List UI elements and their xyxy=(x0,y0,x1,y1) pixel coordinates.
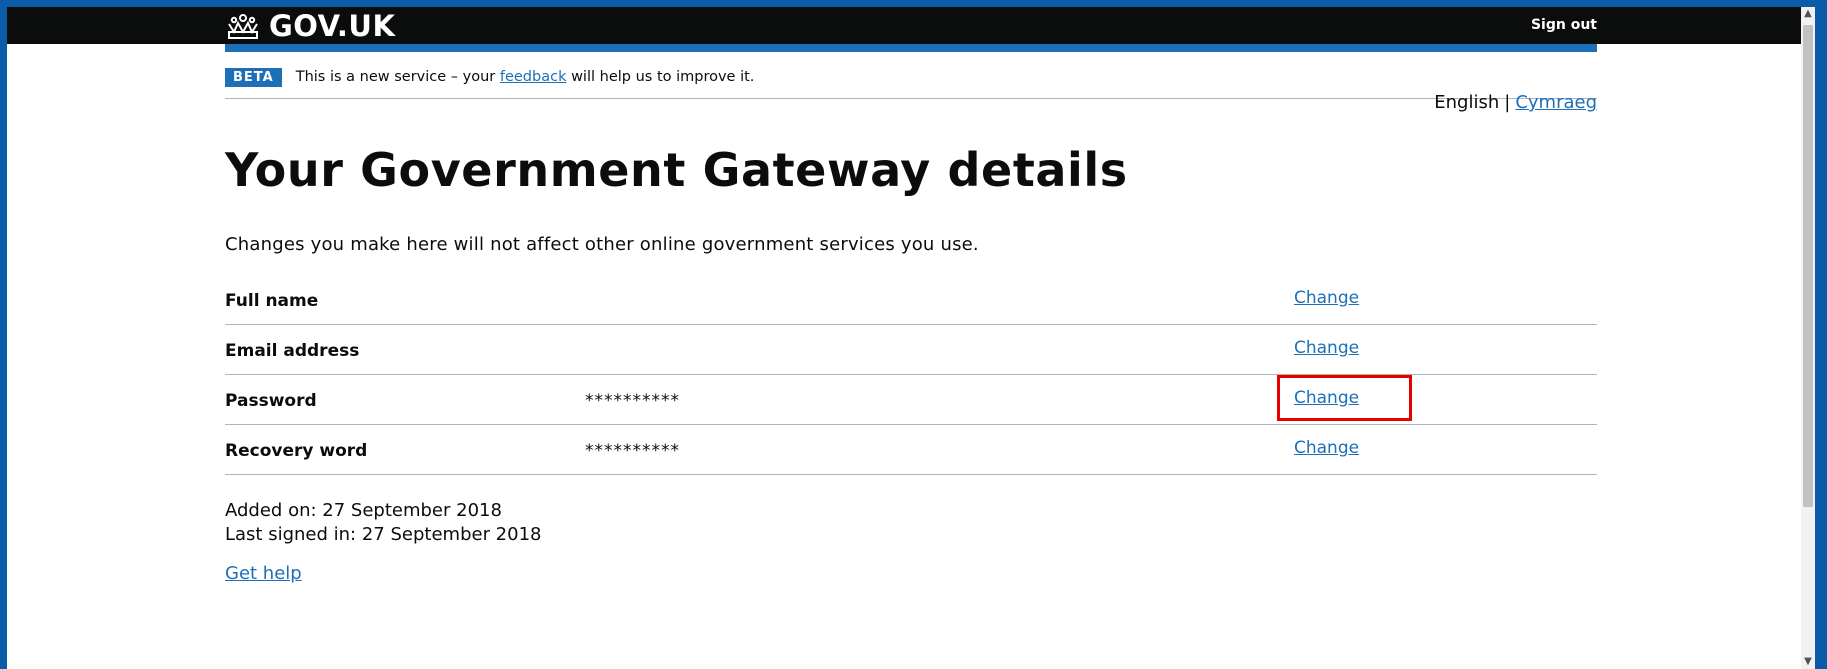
language-cymraeg-link[interactable]: Cymraeg xyxy=(1515,92,1597,113)
page-title: Your Government Gateway details xyxy=(225,143,1128,197)
language-current: English xyxy=(1434,92,1500,113)
details-summary-list: Full name Change Email address Change Pa… xyxy=(225,275,1597,475)
govuk-header: GOV.UK Sign out xyxy=(7,7,1815,44)
change-password-link[interactable]: Change xyxy=(1294,388,1359,408)
summary-key: Password xyxy=(225,391,317,411)
change-email-link[interactable]: Change xyxy=(1294,338,1359,358)
summary-key: Recovery word xyxy=(225,441,368,461)
get-help-link[interactable]: Get help xyxy=(225,563,302,584)
crown-icon xyxy=(225,12,261,40)
language-separator: | xyxy=(1504,92,1511,113)
summary-row-recovery-word: Recovery word ********** Change xyxy=(225,425,1597,475)
change-full-name-link[interactable]: Change xyxy=(1294,288,1359,308)
summary-row-password: Password ********** Change xyxy=(225,375,1597,425)
help-section: Get help xyxy=(225,563,1597,584)
added-on-text: Added on: 27 September 2018 xyxy=(225,500,502,521)
summary-key: Email address xyxy=(225,341,360,361)
phase-text-before: This is a new service – your xyxy=(295,69,496,85)
browser-window: GOV.UK Sign out BETA This is a new servi… xyxy=(7,7,1815,669)
vertical-scrollbar[interactable]: ▲ ▼ xyxy=(1801,7,1815,669)
header-blue-bar xyxy=(225,44,1597,52)
summary-key: Full name xyxy=(225,291,319,311)
sign-out-link[interactable]: Sign out xyxy=(1531,17,1597,33)
account-meta: Added on: 27 September 2018 Last signed … xyxy=(225,499,1597,547)
govuk-logo-link[interactable]: GOV.UK xyxy=(225,9,396,43)
summary-row-full-name: Full name Change xyxy=(225,275,1597,325)
change-recovery-word-link[interactable]: Change xyxy=(1294,438,1359,458)
scroll-thumb[interactable] xyxy=(1803,25,1813,507)
phase-text: This is a new service – your feedback wi… xyxy=(296,69,755,85)
summary-row-email: Email address Change xyxy=(225,325,1597,375)
beta-tag: BETA xyxy=(225,67,282,87)
language-toggle: English | Cymraeg xyxy=(225,92,1597,113)
logo-text: GOV.UK xyxy=(269,9,396,43)
summary-value: ********** xyxy=(585,441,680,461)
scroll-up-arrow-icon[interactable]: ▲ xyxy=(1801,7,1815,21)
phase-text-after: will help us to improve it. xyxy=(571,69,755,85)
last-signed-in-text: Last signed in: 27 September 2018 xyxy=(225,524,542,545)
feedback-link[interactable]: feedback xyxy=(500,69,567,85)
summary-value: ********** xyxy=(585,391,680,411)
scroll-down-arrow-icon[interactable]: ▼ xyxy=(1801,655,1815,669)
intro-text: Changes you make here will not affect ot… xyxy=(225,234,979,255)
